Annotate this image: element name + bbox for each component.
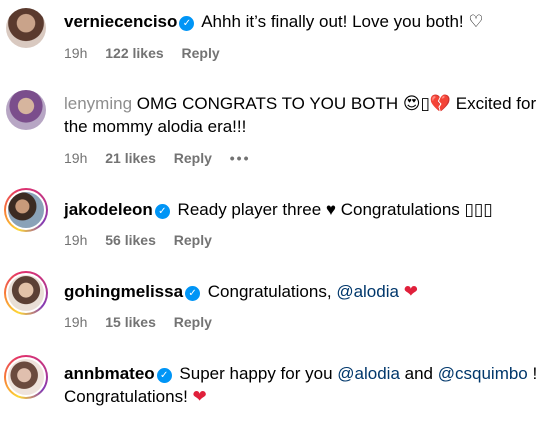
comment-username[interactable]: lenyming bbox=[64, 94, 132, 113]
comment-body: verniecenciso ✓ Ahhh it’s finally out! Lo… bbox=[64, 10, 547, 33]
comment-body: jakodeleon ✓ Ready player three ♥ Congrat… bbox=[64, 198, 547, 221]
mention-link[interactable]: @csquimbo bbox=[438, 364, 528, 383]
comment-text: Congratulations, bbox=[207, 282, 332, 301]
avatar[interactable] bbox=[4, 188, 48, 232]
mention-link[interactable]: @alodia bbox=[337, 364, 400, 383]
heart-emoji-icon: ❤ bbox=[192, 387, 207, 406]
comment-meta: 19h 15 likes Reply bbox=[64, 313, 226, 331]
avatar[interactable] bbox=[4, 355, 48, 399]
comment-time[interactable]: 19h bbox=[64, 232, 87, 248]
comment-meta: 19h 21 likes Reply ••• bbox=[64, 149, 264, 167]
reply-button[interactable]: Reply bbox=[182, 45, 220, 61]
comment-text: OMG CONGRATS TO YOU BOTH 😍▯💔 Excited for… bbox=[64, 94, 537, 136]
verified-badge-icon: ✓ bbox=[185, 286, 201, 301]
mention-link[interactable]: @alodia bbox=[336, 282, 399, 301]
comment-time[interactable]: 19h bbox=[64, 314, 87, 330]
comment-body: annbmateo ✓ Super happy for you @alodia a… bbox=[64, 362, 547, 408]
avatar[interactable] bbox=[6, 8, 46, 48]
comment-username[interactable]: verniecenciso bbox=[64, 12, 177, 31]
heart-emoji-icon: ❤ bbox=[403, 282, 418, 301]
comment-meta: 19h 122 likes Reply bbox=[64, 44, 234, 62]
more-options-icon[interactable]: ••• bbox=[230, 150, 251, 166]
comment-text: Ahhh it’s finally out! Love you both! ♡ bbox=[201, 12, 484, 31]
verified-badge-icon: ✓ bbox=[154, 204, 170, 219]
comment-likes[interactable]: 122 likes bbox=[105, 45, 163, 61]
comment-likes[interactable]: 56 likes bbox=[105, 232, 156, 248]
comment-meta: 19h 56 likes Reply bbox=[64, 231, 226, 249]
verified-badge-icon: ✓ bbox=[156, 368, 172, 383]
comment-text: Super happy for you bbox=[179, 364, 333, 383]
comment-likes[interactable]: 21 likes bbox=[105, 150, 156, 166]
reply-button[interactable]: Reply bbox=[174, 314, 212, 330]
comment-body: lenyming OMG CONGRATS TO YOU BOTH 😍▯💔 Ex… bbox=[64, 92, 547, 138]
avatar[interactable] bbox=[4, 271, 48, 315]
comment-username[interactable]: jakodeleon bbox=[64, 200, 153, 219]
comment-body: gohingmelissa ✓ Congratulations, @alodia … bbox=[64, 280, 547, 303]
comment-text: and bbox=[404, 364, 434, 383]
comment-username[interactable]: gohingmelissa bbox=[64, 282, 183, 301]
comment-username[interactable]: annbmateo bbox=[64, 364, 155, 383]
comment-likes[interactable]: 15 likes bbox=[105, 314, 156, 330]
comment-time[interactable]: 19h bbox=[64, 45, 87, 61]
comment-time[interactable]: 19h bbox=[64, 150, 87, 166]
avatar[interactable] bbox=[6, 90, 46, 130]
comment-text: Ready player three ♥ Congratulations ▯▯▯ bbox=[177, 200, 493, 219]
reply-button[interactable]: Reply bbox=[174, 150, 212, 166]
reply-button[interactable]: Reply bbox=[174, 232, 212, 248]
verified-badge-icon: ✓ bbox=[179, 16, 195, 31]
